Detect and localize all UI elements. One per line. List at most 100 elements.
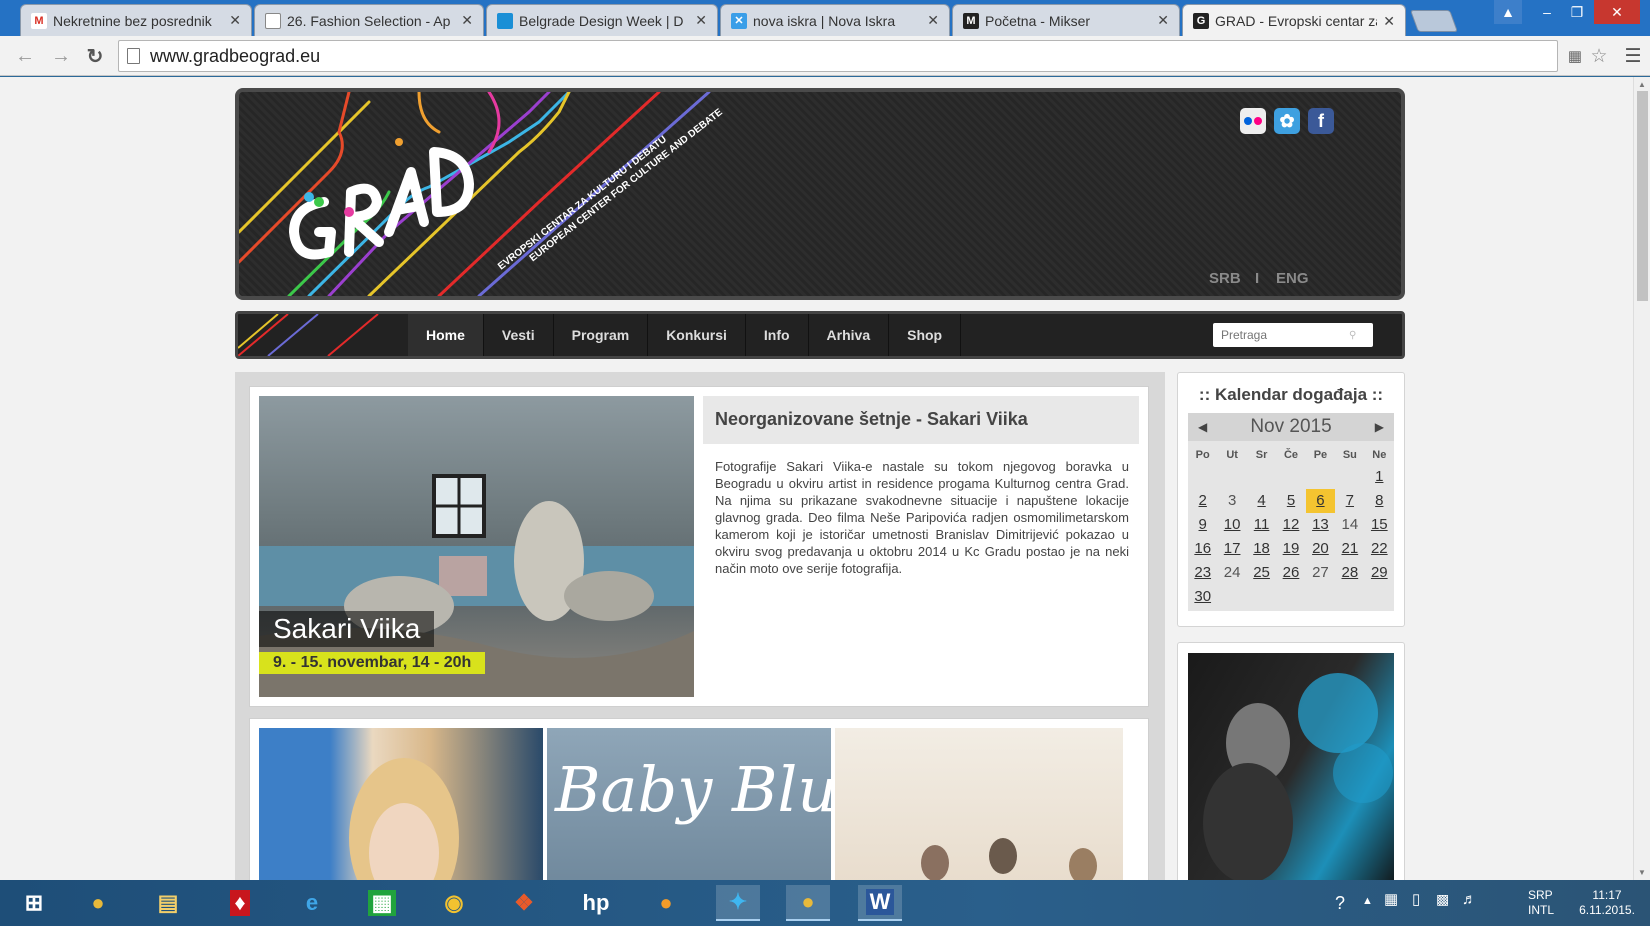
browser-tab[interactable]: 26. Fashion Selection - Ap ✕ bbox=[254, 4, 484, 36]
nav-item-arhiva[interactable]: Arhiva bbox=[809, 314, 890, 356]
close-tab-icon[interactable]: ✕ bbox=[1157, 12, 1169, 29]
twitter-icon[interactable]: ✿ bbox=[1274, 108, 1300, 134]
nav-item-shop[interactable]: Shop bbox=[889, 314, 962, 356]
calendar-day[interactable]: 15 bbox=[1365, 513, 1394, 537]
network-icon[interactable]: ▩ bbox=[1436, 892, 1449, 907]
calendar-day[interactable]: 23 bbox=[1188, 561, 1217, 585]
close-window-button[interactable]: ✕ bbox=[1594, 0, 1640, 24]
nav-item-home[interactable]: Home bbox=[408, 314, 484, 356]
nav-item-info[interactable]: Info bbox=[746, 314, 809, 356]
search-input[interactable] bbox=[1221, 328, 1349, 342]
calendar-day[interactable]: 20 bbox=[1306, 537, 1335, 561]
calendar-day[interactable]: 7 bbox=[1335, 489, 1364, 513]
chrome-active-icon[interactable]: ● bbox=[786, 885, 830, 921]
calendar-day[interactable]: 10 bbox=[1217, 513, 1246, 537]
close-tab-icon[interactable]: ✕ bbox=[1383, 13, 1395, 30]
featured-photo[interactable]: Sakari Viika 9. - 15. novembar, 14 - 20h bbox=[259, 396, 694, 697]
sidebar-feature-image[interactable] bbox=[1177, 642, 1405, 880]
browser-tab[interactable]: M Nekretnine bez posrednik ✕ bbox=[20, 4, 252, 36]
thumbnail-portrait[interactable] bbox=[259, 728, 543, 880]
translate-icon[interactable]: ▦ bbox=[1562, 44, 1588, 68]
browser-tab[interactable]: Belgrade Design Week | D ✕ bbox=[486, 4, 718, 36]
acrobat-icon[interactable]: ♦ bbox=[218, 885, 262, 921]
file-explorer-icon[interactable]: ▤ bbox=[146, 885, 190, 921]
lang-eng-link[interactable]: ENG bbox=[1276, 270, 1309, 287]
forward-button[interactable]: → bbox=[48, 44, 74, 68]
mikser-icon: M bbox=[963, 12, 979, 29]
restore-button[interactable]: ❐ bbox=[1564, 0, 1590, 24]
volume-icon[interactable]: ♬ bbox=[1462, 892, 1477, 907]
media-player-icon[interactable]: ◉ bbox=[432, 885, 476, 921]
baby-blue-title: Baby Blue bbox=[555, 753, 831, 826]
calendar-day[interactable]: 21 bbox=[1335, 537, 1364, 561]
calendar-day[interactable]: 12 bbox=[1276, 513, 1305, 537]
hp-icon[interactable]: hp bbox=[574, 885, 618, 921]
close-tab-icon[interactable]: ✕ bbox=[229, 12, 241, 29]
windows-start-icon[interactable]: ⊞ bbox=[12, 885, 56, 921]
lang-srb-link[interactable]: SRB bbox=[1209, 270, 1241, 287]
thumbnail-baby-blue[interactable]: Baby Blue bbox=[547, 728, 831, 880]
calendar-day[interactable]: 13 bbox=[1306, 513, 1335, 537]
bookmark-star-icon[interactable]: ☆ bbox=[1586, 44, 1612, 68]
calendar-day[interactable]: 9 bbox=[1188, 513, 1217, 537]
user-profile-icon[interactable]: ▲ bbox=[1494, 0, 1522, 24]
calendar-day[interactable]: 22 bbox=[1365, 537, 1394, 561]
calendar-day[interactable]: 29 bbox=[1365, 561, 1394, 585]
nav-item-konkursi[interactable]: Konkursi bbox=[648, 314, 746, 356]
tray-expand-icon[interactable]: ▲ bbox=[1362, 894, 1373, 909]
help-tray-icon[interactable]: ? bbox=[1324, 885, 1356, 921]
calendar-day[interactable]: 17 bbox=[1217, 537, 1246, 561]
nav-item-vesti[interactable]: Vesti bbox=[484, 314, 554, 356]
paint-icon[interactable]: ❖ bbox=[502, 885, 546, 921]
close-tab-icon[interactable]: ✕ bbox=[461, 12, 473, 29]
calendar-day[interactable]: 5 bbox=[1276, 489, 1305, 513]
calendar-day[interactable]: 1 bbox=[1365, 465, 1394, 489]
calendar-day[interactable]: 18 bbox=[1247, 537, 1276, 561]
menu-icon[interactable]: ☰ bbox=[1620, 44, 1646, 68]
scroll-down-icon[interactable]: ▼ bbox=[1638, 868, 1646, 877]
calendar-day[interactable]: 2 bbox=[1188, 489, 1217, 513]
article-title[interactable]: Neorganizovane šetnje - Sakari Viika bbox=[703, 396, 1139, 444]
tab-title: Početna - Mikser bbox=[985, 12, 1091, 29]
internet-explorer-icon[interactable]: e bbox=[290, 885, 334, 921]
action-center-icon[interactable]: ▦ bbox=[1384, 892, 1398, 907]
page-scrollbar[interactable]: ▲ ▼ bbox=[1633, 77, 1650, 880]
facebook-icon[interactable]: f bbox=[1308, 108, 1334, 134]
thumbnail-band[interactable] bbox=[835, 728, 1123, 880]
next-month-icon[interactable]: ▶ bbox=[1375, 420, 1384, 434]
store-icon[interactable]: ▦ bbox=[360, 885, 404, 921]
calendar-day[interactable]: 16 bbox=[1188, 537, 1217, 561]
calendar-day-today[interactable]: 6 bbox=[1305, 489, 1336, 513]
clock[interactable]: 11:17 6.11.2015. bbox=[1574, 888, 1640, 918]
new-tab-button[interactable] bbox=[1409, 10, 1459, 32]
browser-tab[interactable]: ✕ nova iskra | Nova Iskra ✕ bbox=[720, 4, 950, 36]
minimize-button[interactable]: – bbox=[1534, 0, 1560, 24]
browser-tab[interactable]: G GRAD - Evropski centar za ✕ bbox=[1182, 4, 1406, 37]
close-tab-icon[interactable]: ✕ bbox=[927, 12, 939, 29]
input-language[interactable]: SRP INTL bbox=[1528, 888, 1554, 918]
address-bar[interactable]: www.gradbeograd.eu bbox=[118, 40, 1558, 72]
chrome-icon[interactable]: ● bbox=[76, 885, 120, 921]
scrollbar-thumb[interactable] bbox=[1637, 91, 1648, 301]
calendar-day[interactable]: 30 bbox=[1188, 585, 1217, 609]
word-icon[interactable]: W bbox=[858, 885, 902, 921]
prev-month-icon[interactable]: ◀ bbox=[1198, 420, 1207, 434]
calendar-day[interactable]: 4 bbox=[1247, 489, 1276, 513]
calendar-day[interactable]: 19 bbox=[1276, 537, 1305, 561]
browser-tab[interactable]: M Početna - Mikser ✕ bbox=[952, 4, 1180, 36]
nav-item-program[interactable]: Program bbox=[554, 314, 649, 356]
calendar-day[interactable]: 11 bbox=[1247, 513, 1276, 537]
reload-button[interactable]: ↻ bbox=[82, 44, 108, 68]
scroll-up-icon[interactable]: ▲ bbox=[1638, 80, 1646, 89]
telenor-icon[interactable]: ✦ bbox=[716, 885, 760, 921]
battery-icon[interactable]: ▯ bbox=[1412, 892, 1420, 907]
calendar-day[interactable]: 25 bbox=[1247, 561, 1276, 585]
calendar-day[interactable]: 8 bbox=[1365, 489, 1394, 513]
search-icon[interactable]: ⚲ bbox=[1349, 330, 1356, 341]
calendar-day[interactable]: 26 bbox=[1276, 561, 1305, 585]
back-button[interactable]: ← bbox=[12, 44, 38, 68]
close-tab-icon[interactable]: ✕ bbox=[695, 12, 707, 29]
flickr-icon[interactable] bbox=[1240, 108, 1266, 134]
calendar-day[interactable]: 28 bbox=[1335, 561, 1364, 585]
messenger-icon[interactable]: ● bbox=[644, 885, 688, 921]
